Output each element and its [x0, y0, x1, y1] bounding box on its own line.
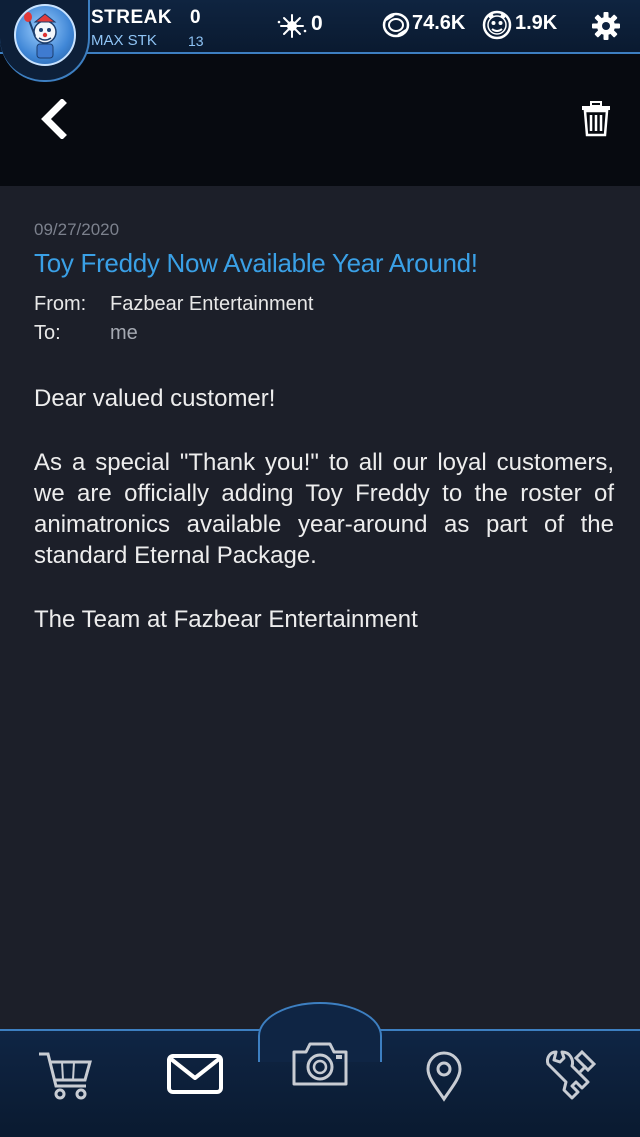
avatar-frame[interactable] [0, 0, 90, 82]
remnant-icon [276, 12, 308, 45]
body-paragraph: As a special "Thank you!" to all our loy… [34, 449, 614, 569]
message-date: 09/27/2020 [34, 220, 120, 239]
streak-value: 0 [190, 7, 201, 28]
faz-coins-value: 74.6K [412, 12, 466, 34]
faz-token-icon [482, 10, 512, 45]
wrench-icon[interactable] [542, 1046, 600, 1107]
to-value: me [110, 322, 138, 344]
player-avatar[interactable] [14, 4, 76, 66]
message-header [0, 54, 640, 186]
message-subject: Toy Freddy Now Available Year Around! [34, 248, 478, 278]
mail-icon[interactable] [166, 1052, 224, 1101]
to-label: To: [34, 322, 61, 344]
from-label: From: [34, 293, 87, 315]
max-streak-label: MAX STK [91, 32, 157, 49]
from-value: Fazbear Entertainment [110, 293, 314, 315]
chevron-left-icon[interactable] [38, 98, 68, 144]
body-greeting: Dear valued customer! [34, 385, 276, 412]
faz-tokens-value: 1.9K [515, 12, 558, 34]
status-bar: STREAK 0 MAX STK 13 0 74.6K 1.9K [0, 0, 640, 54]
map-pin-icon[interactable] [424, 1050, 464, 1107]
max-streak-value: 13 [188, 33, 204, 49]
message-body: Dear valued customer! As a special "Than… [34, 383, 614, 668]
message-content: 09/27/2020 Toy Freddy Now Available Year… [0, 186, 640, 1029]
camera-icon[interactable] [290, 1038, 350, 1095]
body-signature: The Team at Fazbear Entertainment [34, 606, 418, 633]
trash-icon[interactable] [580, 101, 612, 142]
cart-icon[interactable] [36, 1048, 96, 1109]
faz-coin-icon [382, 11, 410, 44]
settings-gear-icon[interactable] [590, 10, 622, 47]
remnant-value: 0 [311, 12, 323, 35]
streak-label: STREAK [91, 7, 173, 28]
